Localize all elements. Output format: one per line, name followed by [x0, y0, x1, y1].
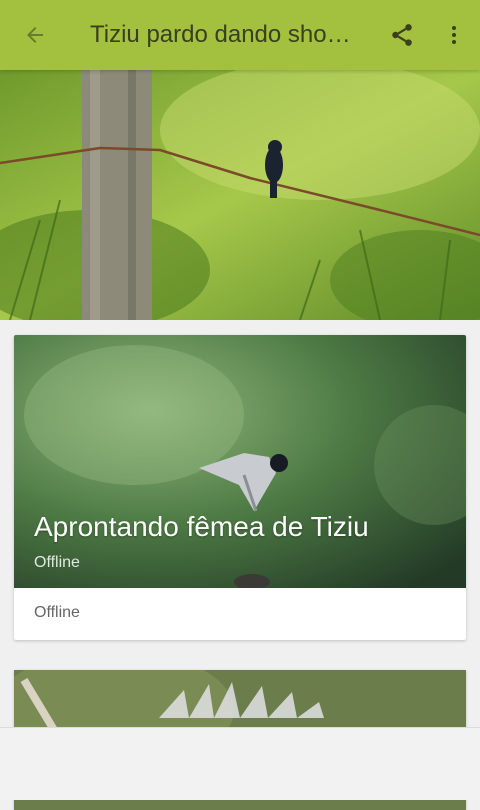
- more-vert-icon: [452, 26, 456, 44]
- card-thumbnail: [14, 335, 466, 588]
- card-footer-status: Offline: [34, 604, 80, 621]
- arrow-back-icon: [27, 27, 43, 43]
- back-button[interactable]: [0, 0, 70, 70]
- hero-image: [0, 70, 480, 320]
- more-options-button[interactable]: [428, 0, 480, 70]
- card-subtitle: Offline: [34, 554, 80, 571]
- share-icon: [392, 24, 412, 46]
- bottom-bar: [0, 727, 480, 800]
- video-card[interactable]: Aprontando fêmea de Tiziu Offline Offlin…: [14, 335, 466, 640]
- share-button[interactable]: [376, 0, 428, 70]
- app-bar: Tiziu pardo dando sho…: [0, 0, 480, 70]
- card-title: Aprontando fêmea de Tiziu: [34, 511, 369, 542]
- page-title: Tiziu pardo dando sho…: [90, 21, 351, 48]
